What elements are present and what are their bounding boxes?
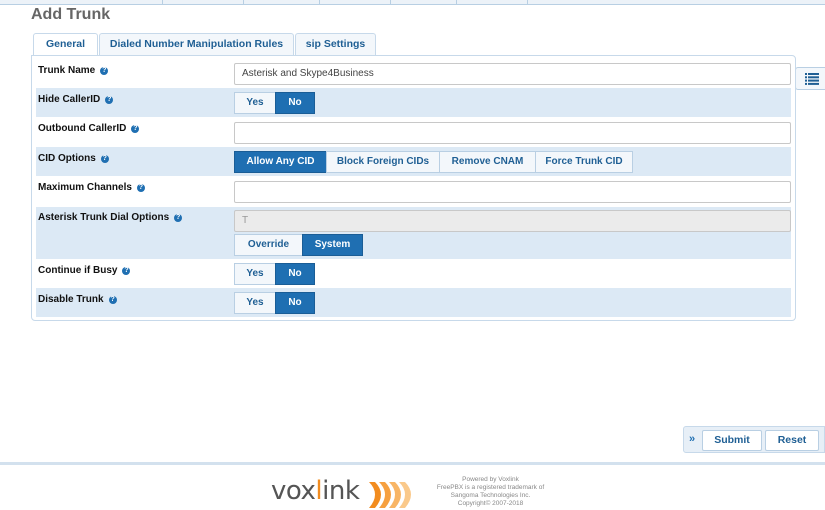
row-outbound-callerid: Outbound CallerID? [36,117,791,147]
reset-button[interactable]: Reset [765,430,819,451]
copyright-text: Copyright© 2007-2018 [457,500,524,507]
nav-segment[interactable] [22,0,163,4]
continue-if-busy-toggle: Yes No [234,263,315,285]
dial-options-system-button[interactable]: System [302,234,363,256]
hide-callerid-toggle: Yes No [234,92,315,114]
hide-callerid-label: Hide CallerID [38,94,101,105]
logo-text: voxlink [271,476,360,506]
help-icon[interactable]: ? [136,184,145,192]
expand-action-bar-icon[interactable]: » [689,433,695,445]
nav-segment[interactable] [391,0,457,4]
nav-segment[interactable] [790,0,825,4]
nav-segment[interactable] [320,0,391,4]
row-continue-if-busy: Continue if Busy? Yes No [36,259,791,288]
footer-credits: Powered by Voxlink FreePBX is a register… [423,476,558,508]
list-icon [805,73,819,85]
hide-callerid-no-button[interactable]: No [275,92,315,114]
cid-allow-any-button[interactable]: Allow Any CID [234,151,327,173]
help-icon[interactable]: ? [108,296,117,304]
tab-sip-settings[interactable]: sip Settings [295,33,376,55]
continue-if-busy-yes-button[interactable]: Yes [234,263,276,285]
trunk-name-label: Trunk Name [38,65,96,76]
field-label: Trunk Name? [38,65,109,76]
row-cid-options: CID Options? Allow Any CID Block Foreign… [36,147,791,176]
cid-force-trunk-button[interactable]: Force Trunk CID [535,151,633,173]
cid-options-toggle: Allow Any CID Block Foreign CIDs Remove … [234,151,633,173]
row-maximum-channels: Maximum Channels? [36,176,791,207]
disable-trunk-label: Disable Trunk [38,294,104,305]
maximum-channels-input[interactable] [234,181,791,203]
row-trunk-name: Trunk Name? Asterisk and Skype4Business [36,59,791,88]
dial-options-override-button[interactable]: Override [234,234,303,256]
continue-if-busy-no-button[interactable]: No [275,263,315,285]
tab-general[interactable]: General [33,33,98,56]
continue-if-busy-label: Continue if Busy [38,265,118,276]
hide-callerid-yes-button[interactable]: Yes [234,92,276,114]
dial-options-toggle: Override System [234,234,363,256]
cid-block-foreign-button[interactable]: Block Foreign CIDs [326,151,440,173]
page-title: Add Trunk [31,6,111,23]
maximum-channels-label: Maximum Channels [38,182,132,193]
voxlink-logo: voxlink [271,476,411,508]
trunk-name-input[interactable]: Asterisk and Skype4Business [234,63,791,85]
sidebar-toggle-button[interactable] [795,67,825,90]
logo-text-part: vox [271,476,316,506]
field-label: Outbound CallerID? [38,123,140,134]
trademark-text: FreePBX is a registered trademark of [436,484,545,491]
help-icon[interactable]: ? [105,96,114,104]
cid-remove-cnam-button[interactable]: Remove CNAM [439,151,536,173]
top-navigation-bar [0,0,825,5]
disable-trunk-no-button[interactable]: No [275,292,315,314]
tab-dialed-number-manipulation-rules[interactable]: Dialed Number Manipulation Rules [99,33,294,55]
trunk-form-panel: Trunk Name? Asterisk and Skype4Business … [31,55,796,321]
outbound-callerid-label: Outbound CallerID [38,123,127,134]
help-icon[interactable]: ? [131,125,140,133]
footer-divider [0,462,825,465]
row-hide-callerid: Hide CallerID? Yes No [36,88,791,117]
company-text: Sangoma Technologies Inc. [450,492,531,499]
help-icon[interactable]: ? [174,214,183,222]
dial-options-input[interactable]: T [234,210,791,232]
help-icon[interactable]: ? [122,267,131,275]
nav-segment[interactable] [163,0,244,4]
cid-options-label: CID Options [38,153,96,164]
voxlink-waves-icon [369,482,411,508]
disable-trunk-yes-button[interactable]: Yes [234,292,276,314]
powered-by-text: Powered by Voxlink [462,476,519,483]
field-label: CID Options? [38,153,109,164]
disable-trunk-toggle: Yes No [234,292,315,314]
field-label: Maximum Channels? [38,182,145,193]
field-label: Hide CallerID? [38,94,114,105]
field-label: Asterisk Trunk Dial Options? [38,212,183,223]
field-label: Continue if Busy? [38,265,131,276]
submit-button[interactable]: Submit [702,430,762,451]
nav-segment[interactable] [244,0,320,4]
logo-text-part: ink [322,476,360,506]
nav-segment[interactable] [457,0,528,4]
row-disable-trunk: Disable Trunk? Yes No [36,288,791,317]
outbound-callerid-input[interactable] [234,122,791,144]
help-icon[interactable]: ? [100,155,109,163]
action-bar: » Submit Reset [683,426,825,453]
row-dial-options: Asterisk Trunk Dial Options? T Override … [36,207,791,259]
dial-options-label: Asterisk Trunk Dial Options [38,212,170,223]
help-icon[interactable]: ? [100,67,109,75]
field-label: Disable Trunk? [38,294,117,305]
